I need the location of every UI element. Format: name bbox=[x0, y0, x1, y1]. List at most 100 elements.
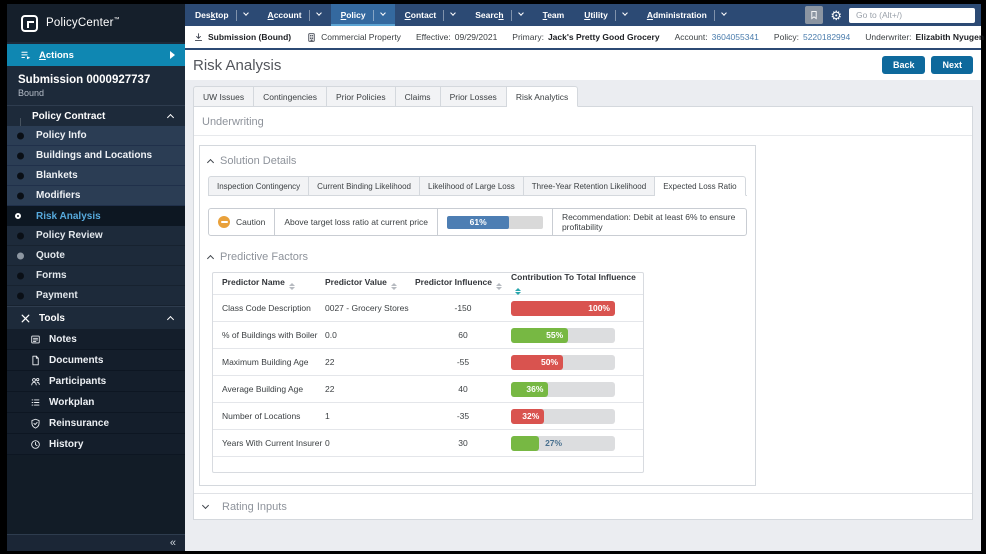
nav-item-account[interactable]: Account bbox=[258, 4, 331, 26]
nav-item-desktop[interactable]: Desktop bbox=[185, 4, 258, 26]
solution-tab-expected-loss-ratio[interactable]: Expected Loss Ratio bbox=[655, 176, 745, 196]
loss-ratio-value: 61% bbox=[470, 217, 487, 227]
account-link-group: Account:3604055341 bbox=[675, 32, 759, 42]
contribution-label: 27% bbox=[545, 438, 562, 448]
sidebar-item-label: Participants bbox=[49, 376, 106, 387]
sidebar-item-forms[interactable]: Forms bbox=[7, 266, 185, 286]
nav-item-contact[interactable]: Contact bbox=[395, 4, 466, 26]
predictor-name-cell: % of Buildings with Boiler bbox=[213, 330, 325, 340]
sort-icon[interactable] bbox=[289, 283, 295, 291]
arrow-right-icon bbox=[170, 51, 175, 59]
bookmark-button[interactable] bbox=[805, 6, 823, 24]
nav-item-policy[interactable]: Policy bbox=[331, 4, 395, 26]
contribution-bar-track: 36% bbox=[511, 382, 615, 397]
sidebar-item-modifiers[interactable]: Modifiers bbox=[7, 186, 185, 206]
sidebar-item-documents[interactable]: Documents bbox=[7, 350, 185, 371]
contribution-bar-track: 27% bbox=[511, 436, 615, 451]
caution-alert-bar: Caution Above target loss ratio at curre… bbox=[208, 208, 747, 236]
predictor-value-cell: 0027 - Grocery Stores bbox=[325, 303, 415, 313]
table-row[interactable]: Years With Current Insurer03027% bbox=[213, 430, 643, 457]
nav-separator bbox=[615, 10, 616, 21]
back-button[interactable]: Back bbox=[882, 56, 926, 74]
sort-icon[interactable] bbox=[515, 288, 521, 296]
sidebar-item-participants[interactable]: Participants bbox=[7, 371, 185, 392]
sidebar-collapse-button[interactable]: « bbox=[7, 534, 185, 551]
tab-uw-issues[interactable]: UW Issues bbox=[193, 86, 254, 107]
sort-icon[interactable] bbox=[391, 283, 397, 291]
table-row[interactable]: Average Building Age224036% bbox=[213, 376, 643, 403]
column-header-predictor-name[interactable]: Predictor Name bbox=[213, 277, 325, 291]
rating-inputs-header[interactable]: Rating Inputs bbox=[194, 493, 972, 519]
policy-contract-group-header[interactable]: Policy Contract bbox=[7, 105, 185, 126]
solution-details-header[interactable]: Solution Details bbox=[208, 155, 747, 167]
sidebar-item-workplan[interactable]: Workplan bbox=[7, 392, 185, 413]
milestone-dot-icon bbox=[17, 192, 24, 199]
solution-tab-inspection-contingency[interactable]: Inspection Contingency bbox=[208, 176, 309, 196]
actions-button[interactable]: Actions bbox=[7, 44, 185, 66]
table-row[interactable]: % of Buildings with Boiler0.06055% bbox=[213, 322, 643, 349]
nav-item-search[interactable]: Search bbox=[465, 4, 532, 26]
tab-risk-analytics[interactable]: Risk Analytics bbox=[507, 86, 578, 107]
sidebar-item-buildings-and-locations[interactable]: Buildings and Locations bbox=[7, 146, 185, 166]
sidebar-item-notes[interactable]: Notes bbox=[7, 329, 185, 350]
nav-right-tools: ⚙ bbox=[805, 4, 975, 26]
participants-icon bbox=[30, 376, 41, 387]
tab-claims[interactable]: Claims bbox=[396, 86, 441, 107]
sidebar-item-payment[interactable]: Payment bbox=[7, 286, 185, 306]
predictor-value-cell: 1 bbox=[325, 411, 415, 421]
goto-input[interactable] bbox=[849, 8, 975, 23]
table-row[interactable]: Maximum Building Age22-5550% bbox=[213, 349, 643, 376]
predictor-name-cell: Number of Locations bbox=[213, 411, 325, 421]
nav-item-label: Utility bbox=[584, 10, 608, 20]
guidewire-logo-icon bbox=[21, 15, 38, 32]
gear-icon[interactable]: ⚙ bbox=[830, 9, 842, 22]
collapse-chevron-icon bbox=[207, 159, 214, 166]
table-row[interactable]: Class Code Description0027 - Grocery Sto… bbox=[213, 295, 643, 322]
tab-contingencies[interactable]: Contingencies bbox=[254, 86, 327, 107]
tools-group-header[interactable]: Tools bbox=[7, 306, 185, 329]
sidebar-item-policy-info[interactable]: Policy Info bbox=[7, 126, 185, 146]
column-header-predictor-influence[interactable]: Predictor Influence bbox=[415, 277, 511, 291]
sidebar-item-blankets[interactable]: Blankets bbox=[7, 166, 185, 186]
building-icon bbox=[306, 32, 317, 43]
account-number-link[interactable]: 3604055341 bbox=[712, 32, 759, 42]
column-header-contribution-to-total-influence[interactable]: Contribution To Total Influence bbox=[511, 272, 641, 296]
sidebar-item-label: Quote bbox=[36, 250, 65, 261]
nav-item-administration[interactable]: Administration bbox=[637, 4, 736, 26]
solution-tab-likelihood-of-large-loss[interactable]: Likelihood of Large Loss bbox=[420, 176, 524, 196]
sidebar-item-policy-review[interactable]: Policy Review bbox=[7, 226, 185, 246]
column-header-predictor-value[interactable]: Predictor Value bbox=[325, 277, 415, 291]
solution-tab-three-year-retention-likelihood[interactable]: Three-Year Retention Likelihood bbox=[524, 176, 655, 196]
nav-item-utility[interactable]: Utility bbox=[574, 4, 637, 26]
chevron-down-icon bbox=[450, 10, 456, 16]
sidebar-item-label: Risk Analysis bbox=[36, 211, 101, 222]
next-button[interactable]: Next bbox=[931, 56, 973, 74]
predictive-factors-table: Predictor NamePredictor ValuePredictor I… bbox=[212, 272, 644, 473]
reinsurance-icon bbox=[30, 418, 41, 429]
predictor-name-cell: Average Building Age bbox=[213, 384, 325, 394]
workplan-icon bbox=[30, 397, 41, 408]
milestone-dot-icon bbox=[17, 152, 24, 159]
milestone-dot-icon bbox=[15, 213, 21, 219]
predictor-name-cell: Years With Current Insurer bbox=[213, 438, 325, 448]
app-frame: PolicyCenter™ Actions Submission 0000927… bbox=[7, 4, 981, 551]
loss-ratio-progress-bar: 61% bbox=[447, 216, 543, 229]
predictor-value-cell: 0 bbox=[325, 438, 415, 448]
submission-title: Submission 0000927737 bbox=[18, 74, 173, 86]
sidebar-item-reinsurance[interactable]: Reinsurance bbox=[7, 413, 185, 434]
sidebar-item-history[interactable]: History bbox=[7, 434, 185, 455]
nav-item-label: Account bbox=[268, 10, 302, 20]
nav-items: Desktop Account PolicyContactSearchTeam Uti… bbox=[185, 4, 736, 26]
chevron-up-icon bbox=[167, 114, 174, 121]
top-navigation: Desktop Account PolicyContactSearchTeam Uti… bbox=[185, 4, 981, 26]
sort-icon[interactable] bbox=[496, 283, 502, 291]
tab-prior-policies[interactable]: Prior Policies bbox=[327, 86, 396, 107]
sidebar-item-risk-analysis[interactable]: Risk Analysis bbox=[7, 206, 185, 226]
sidebar-item-quote[interactable]: Quote bbox=[7, 246, 185, 266]
table-row[interactable]: Number of Locations1-3532% bbox=[213, 403, 643, 430]
policy-number-link[interactable]: 5220182994 bbox=[803, 32, 850, 42]
solution-tab-current-binding-likelihood[interactable]: Current Binding Likelihood bbox=[309, 176, 420, 196]
predictive-factors-header[interactable]: Predictive Factors bbox=[208, 251, 747, 263]
tab-prior-losses[interactable]: Prior Losses bbox=[441, 86, 507, 107]
nav-item-team[interactable]: Team bbox=[533, 4, 575, 26]
